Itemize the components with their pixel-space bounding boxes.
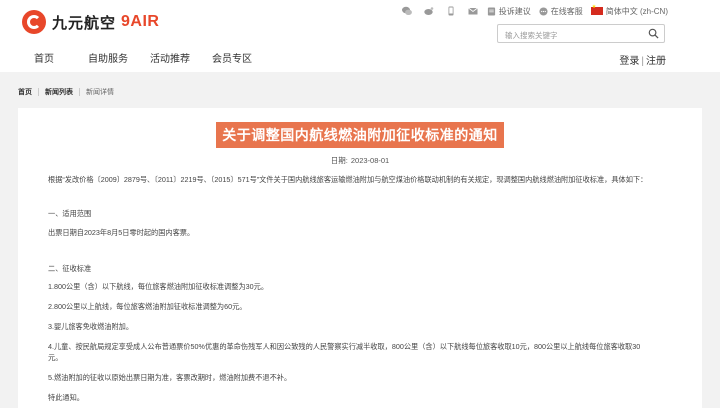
article-date: 日期: 2023-08-01: [18, 155, 702, 166]
article-title: 关于调整国内航线燃油附加征收标准的通知: [216, 122, 504, 148]
breadcrumb-separator: [38, 88, 39, 96]
article-paragraph: 4.儿童、按民航局规定享受成人公布普通票价50%优惠的革命伤残军人和因公致残的人…: [48, 342, 641, 362]
logo-mark-icon: [22, 10, 46, 34]
breadcrumb: 首页 新闻列表 新闻详情: [0, 84, 720, 100]
date-label: 日期:: [330, 156, 348, 165]
article-closing: 特此通知。: [48, 393, 84, 402]
site-header: 九元航空 9AIR 投诉建议 在线客服 简体中文 (zh-CN): [0, 0, 720, 72]
article-paragraph: 1.800公里（含）以下航线，每位旅客燃油附加征收标准调整为30元。: [48, 282, 269, 291]
article-paragraph: 2.800公里以上航线，每位旅客燃油附加征收标准调整为60元。: [48, 302, 247, 311]
feedback-icon: [487, 6, 495, 16]
weibo-icon[interactable]: [423, 5, 435, 17]
register-link[interactable]: 注册: [646, 56, 666, 67]
language-selector[interactable]: 简体中文 (zh-CN): [590, 4, 668, 17]
logo[interactable]: 九元航空 9AIR: [22, 10, 159, 34]
section-heading: 一、适用范围: [48, 209, 92, 218]
article-paragraph: 出票日期自2023年8月5日零时起的国内客票。: [48, 228, 195, 237]
chat-icon: [539, 6, 548, 16]
china-flag-icon: [590, 4, 603, 15]
auth-links: 登录 | 注册: [619, 52, 666, 67]
wechat-icon[interactable]: [401, 5, 413, 17]
nav-item-self-service[interactable]: 自助服务: [88, 50, 128, 66]
search-box: [497, 24, 665, 44]
search-icon[interactable]: [648, 28, 659, 39]
date-value: 2023-08-01: [350, 156, 390, 165]
mail-icon[interactable]: [467, 5, 479, 17]
article-paragraph: 5.燃油附加的征收以原始出票日期为准，客票改期时，燃油附加费不退不补。: [48, 373, 292, 382]
section-heading: 二、征收标准: [48, 264, 92, 273]
online-service-link[interactable]: 在线客服: [539, 6, 583, 17]
logo-name-cn: 九元航空: [52, 14, 117, 32]
logo-name-en: 9AIR: [121, 13, 160, 30]
login-link[interactable]: 登录: [619, 56, 639, 67]
nav-item-membership[interactable]: 会员专区: [212, 50, 252, 66]
nav-item-promotions[interactable]: 活动推荐: [150, 50, 190, 66]
search-input[interactable]: [498, 27, 638, 44]
breadcrumb-news-list[interactable]: 新闻列表: [45, 87, 73, 97]
auth-separator: |: [641, 56, 644, 67]
main-nav: 首页 自助服务 活动推荐 会员专区: [22, 50, 274, 66]
feedback-link[interactable]: 投诉建议: [487, 6, 531, 17]
breadcrumb-home[interactable]: 首页: [18, 87, 32, 97]
mobile-icon[interactable]: [445, 5, 457, 17]
breadcrumb-separator: [79, 88, 80, 96]
article-paragraph: 根据“发改价格〔2009〕2879号、〔2011〕2219号、〔2015〕571…: [48, 175, 648, 184]
top-utility-bar: 投诉建议 在线客服 简体中文 (zh-CN): [391, 4, 668, 18]
nav-item-home[interactable]: 首页: [34, 50, 54, 66]
article-card: 关于调整国内航线燃油附加征收标准的通知 日期: 2023-08-01 根据“发改价…: [18, 108, 702, 408]
breadcrumb-current: 新闻详情: [86, 89, 114, 96]
article-paragraph: 3.婴儿旅客免收燃油附加。: [48, 322, 134, 331]
